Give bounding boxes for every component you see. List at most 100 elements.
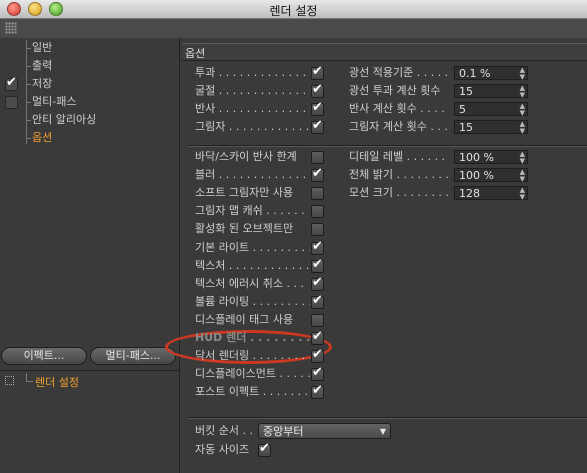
field-value: 0.1 % bbox=[459, 67, 491, 80]
render-setting-node[interactable]: 렌더 설정 bbox=[35, 374, 79, 390]
spinner-icon[interactable]: ▲ ▼ bbox=[520, 85, 525, 99]
field-value: 100 % bbox=[459, 151, 494, 164]
option-label: 전체 밝기 . . . . . . . . . bbox=[349, 168, 449, 181]
g1-value-field-3[interactable]: 15 ▲ ▼ bbox=[454, 120, 528, 135]
option-label: 기본 라이트 . . . . . . . . . . bbox=[195, 240, 310, 254]
tree-item-5[interactable]: 옵션 bbox=[25, 130, 52, 146]
bucket-order-label: 버킷 순서 . . bbox=[195, 424, 253, 437]
g1-value-field-0[interactable]: 0.1 % ▲ ▼ bbox=[454, 66, 528, 81]
g2-checkbox-9[interactable] bbox=[311, 313, 324, 327]
option-label: 포스트 이펙트 . . . . . . . . bbox=[195, 385, 310, 399]
option-label: 그림자 계산 횟수 . . . bbox=[349, 120, 448, 133]
g1-value-field-2[interactable]: 5 ▲ ▼ bbox=[454, 102, 528, 117]
tree-item-4[interactable]: 안티 알리아싱 bbox=[25, 112, 96, 128]
field-value: 5 bbox=[459, 103, 466, 116]
expand-icon[interactable] bbox=[5, 376, 14, 385]
g2-checkbox-4[interactable] bbox=[311, 223, 324, 237]
g2-checkbox-2[interactable] bbox=[311, 187, 324, 201]
option-label: 광선 투과 계산 횟수 bbox=[349, 84, 441, 97]
tree-checkbox-checked[interactable]: ✔ bbox=[5, 75, 18, 91]
option-label: 블러 . . . . . . . . . . . . . . . . bbox=[195, 168, 310, 182]
option-label: 디테일 레벨 . . . . . . . bbox=[349, 150, 449, 163]
bucket-order-value: 중앙부터 bbox=[263, 425, 304, 438]
spinner-icon[interactable]: ▲ ▼ bbox=[520, 67, 525, 81]
g2-checkbox-3[interactable] bbox=[311, 205, 324, 219]
option-label: 그림자 . . . . . . . . . . . . . . bbox=[195, 120, 310, 133]
option-label: 투과 . . . . . . . . . . . . . . . . bbox=[195, 66, 310, 79]
g2-checkbox-13[interactable]: ✔ bbox=[311, 383, 324, 400]
check-icon: ✔ bbox=[312, 238, 323, 254]
toolbar bbox=[0, 19, 587, 39]
check-icon: ✔ bbox=[312, 256, 323, 272]
option-label: 활성화 된 오브젝트만 bbox=[195, 222, 294, 236]
g2-value-field-2[interactable]: 128 ▲ ▼ bbox=[454, 186, 528, 201]
tree-item-1[interactable]: 출력 bbox=[25, 58, 52, 74]
option-label: 디스플레이 태그 사용 bbox=[195, 312, 294, 326]
bucket-order-dropdown[interactable]: 중앙부터 ▼ bbox=[258, 423, 391, 439]
option-label: 디스플레이스먼트 . . . . . bbox=[195, 367, 310, 381]
divider bbox=[188, 145, 587, 147]
tree-item-2[interactable]: 저장 bbox=[25, 76, 52, 92]
g1-checkbox-1[interactable]: ✔ bbox=[311, 82, 324, 98]
effect-button[interactable]: 이펙트... bbox=[1, 347, 87, 365]
autosize-label: 자동 사이즈 bbox=[195, 443, 250, 456]
option-label: 볼륨 라이팅 . . . . . . . . . bbox=[195, 294, 310, 308]
title-bar: 렌더 설정 bbox=[0, 0, 587, 19]
g2-checkbox-0[interactable] bbox=[311, 151, 324, 164]
grip-icon[interactable] bbox=[5, 22, 17, 34]
option-label: 굴절 . . . . . . . . . . . . . . . . bbox=[195, 84, 310, 97]
spinner-icon[interactable]: ▲ ▼ bbox=[520, 103, 525, 117]
option-label: 반사 . . . . . . . . . . . . . . . . bbox=[195, 102, 310, 115]
g2-checkbox-10[interactable]: ✔ bbox=[311, 329, 324, 345]
check-icon: ✔ bbox=[312, 82, 323, 97]
tree-item-3[interactable]: 멀티-패스 bbox=[25, 94, 76, 110]
g2-checkbox-11[interactable]: ✔ bbox=[311, 347, 324, 364]
check-icon: ✔ bbox=[312, 383, 323, 399]
divider bbox=[188, 417, 587, 419]
g2-checkbox-12[interactable]: ✔ bbox=[311, 365, 324, 382]
settings-tree-panel bbox=[0, 38, 180, 473]
spinner-icon[interactable]: ▲ ▼ bbox=[520, 151, 525, 165]
spinner-icon[interactable]: ▲ ▼ bbox=[520, 187, 525, 201]
tree-connector bbox=[26, 40, 27, 144]
option-label: 바닥/스카이 반사 한계 bbox=[195, 150, 297, 163]
g2-checkbox-8[interactable]: ✔ bbox=[311, 292, 324, 309]
check-icon: ✔ bbox=[312, 100, 323, 115]
options-header: 옵션 bbox=[182, 43, 587, 61]
tree-checkbox[interactable] bbox=[5, 96, 18, 109]
field-value: 15 bbox=[459, 85, 473, 98]
check-icon: ✔ bbox=[312, 365, 323, 381]
check-icon: ✔ bbox=[6, 75, 17, 90]
option-label: 광선 적용기준 . . . . . bbox=[349, 66, 449, 79]
tree-item-0[interactable]: 일반 bbox=[25, 40, 52, 56]
g2-checkbox-6[interactable]: ✔ bbox=[311, 256, 324, 273]
dropdown-arrow-icon: ▼ bbox=[379, 427, 386, 436]
option-label: 텍스처 . . . . . . . . . . . . . . bbox=[195, 258, 310, 272]
option-label: 반사 계산 횟수 . . . . bbox=[349, 102, 445, 115]
window-title: 렌더 설정 bbox=[269, 4, 318, 18]
field-value: 128 bbox=[459, 187, 480, 200]
g2-checkbox-5[interactable]: ✔ bbox=[311, 238, 324, 255]
check-icon: ✔ bbox=[312, 118, 323, 133]
option-label: 모션 크기 . . . . . . . . . bbox=[349, 186, 449, 199]
g1-checkbox-2[interactable]: ✔ bbox=[311, 100, 324, 116]
check-icon: ✔ bbox=[312, 329, 323, 344]
field-value: 100 % bbox=[459, 169, 494, 182]
g1-checkbox-0[interactable]: ✔ bbox=[311, 64, 324, 80]
option-label: 닥서 렌더링 . . . . . . . . . bbox=[195, 349, 310, 363]
field-value: 15 bbox=[459, 121, 473, 134]
g2-value-field-0[interactable]: 100 % ▲ ▼ bbox=[454, 150, 528, 165]
option-label: HUD 렌더 . . . . . . . . . . . bbox=[195, 331, 310, 344]
spinner-icon[interactable]: ▲ ▼ bbox=[520, 169, 525, 183]
spinner-icon[interactable]: ▲ ▼ bbox=[520, 121, 525, 135]
section-title: 옵션 bbox=[185, 47, 206, 60]
g1-value-field-1[interactable]: 15 ▲ ▼ bbox=[454, 84, 528, 99]
check-icon: ✔ bbox=[312, 292, 323, 308]
check-icon: ✔ bbox=[312, 64, 323, 79]
g1-checkbox-3[interactable]: ✔ bbox=[311, 118, 324, 134]
g2-checkbox-1[interactable]: ✔ bbox=[311, 166, 324, 183]
autosize-checkbox[interactable]: ✔ bbox=[258, 441, 271, 457]
g2-value-field-1[interactable]: 100 % ▲ ▼ bbox=[454, 168, 528, 183]
multipass-button[interactable]: 멀티-패스... bbox=[90, 347, 176, 365]
g2-checkbox-7[interactable]: ✔ bbox=[311, 275, 324, 291]
